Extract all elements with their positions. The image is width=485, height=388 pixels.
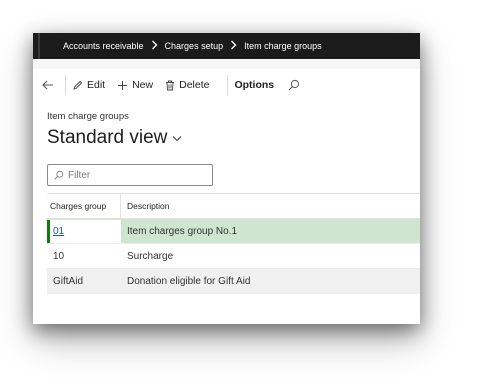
action-divider [227, 75, 229, 95]
trash-icon [165, 80, 175, 91]
charges-group-cell[interactable]: GiftAid [47, 276, 121, 287]
delete-label: Delete [179, 79, 210, 91]
description-cell[interactable]: Donation eligible for Gift Aid [121, 276, 250, 287]
charges-group-cell[interactable]: 01 [47, 219, 121, 243]
back-arrow-icon [42, 80, 53, 90]
navbar-divider [38, 33, 40, 59]
search-icon [288, 79, 300, 91]
edit-button[interactable]: Edit [72, 69, 105, 101]
app-window: Accounts receivable Charges setup Item c… [33, 33, 420, 324]
delete-button[interactable]: Delete [165, 69, 209, 101]
charges-group-link[interactable]: 01 [53, 226, 64, 237]
action-pane: Edit New Delete Options [33, 69, 420, 102]
description-cell[interactable]: Surcharge [121, 251, 173, 262]
back-button[interactable] [37, 69, 59, 101]
edit-label: Edit [87, 79, 106, 91]
column-header-charges-group[interactable]: Charges group [47, 194, 121, 218]
breadcrumb-accounts-receivable[interactable]: Accounts receivable [63, 41, 144, 51]
breadcrumb: Accounts receivable Charges setup Item c… [63, 33, 322, 59]
action-divider [65, 75, 66, 95]
view-selector[interactable]: Standard view [47, 127, 182, 149]
page-caption: Item charge groups [47, 111, 129, 122]
chevron-right-icon [151, 40, 158, 53]
options-tab[interactable]: Options [234, 69, 274, 101]
breadcrumb-charges-setup[interactable]: Charges setup [165, 41, 224, 51]
chevron-down-icon [172, 135, 182, 142]
search-icon [54, 170, 64, 180]
table-row[interactable]: 10 Surcharge [47, 244, 420, 269]
plus-icon [117, 80, 128, 91]
table-row[interactable]: GiftAid Donation eligible for Gift Aid [47, 269, 420, 294]
page-title: Standard view [47, 127, 168, 148]
search-button[interactable] [288, 69, 300, 101]
breadcrumb-item-charge-groups[interactable]: Item charge groups [244, 41, 322, 51]
description-cell[interactable]: Item charges group No.1 [121, 226, 237, 237]
filter-input[interactable]: Filter [47, 164, 213, 186]
table-row[interactable]: 01 Item charges group No.1 [47, 219, 420, 244]
filter-placeholder: Filter [68, 169, 91, 181]
pencil-icon [72, 80, 83, 91]
navigation-bar: Accounts receivable Charges setup Item c… [33, 33, 420, 59]
charges-grid: Charges group Description 01 Item charge… [47, 193, 420, 294]
column-header-description[interactable]: Description [121, 201, 170, 211]
chevron-right-icon [230, 40, 237, 53]
new-label: New [132, 79, 154, 91]
content-area: Item charge groups Standard view Filter … [33, 101, 420, 324]
new-button[interactable]: New [117, 69, 153, 101]
charges-group-cell[interactable]: 10 [47, 251, 121, 262]
grid-header: Charges group Description [47, 193, 420, 219]
